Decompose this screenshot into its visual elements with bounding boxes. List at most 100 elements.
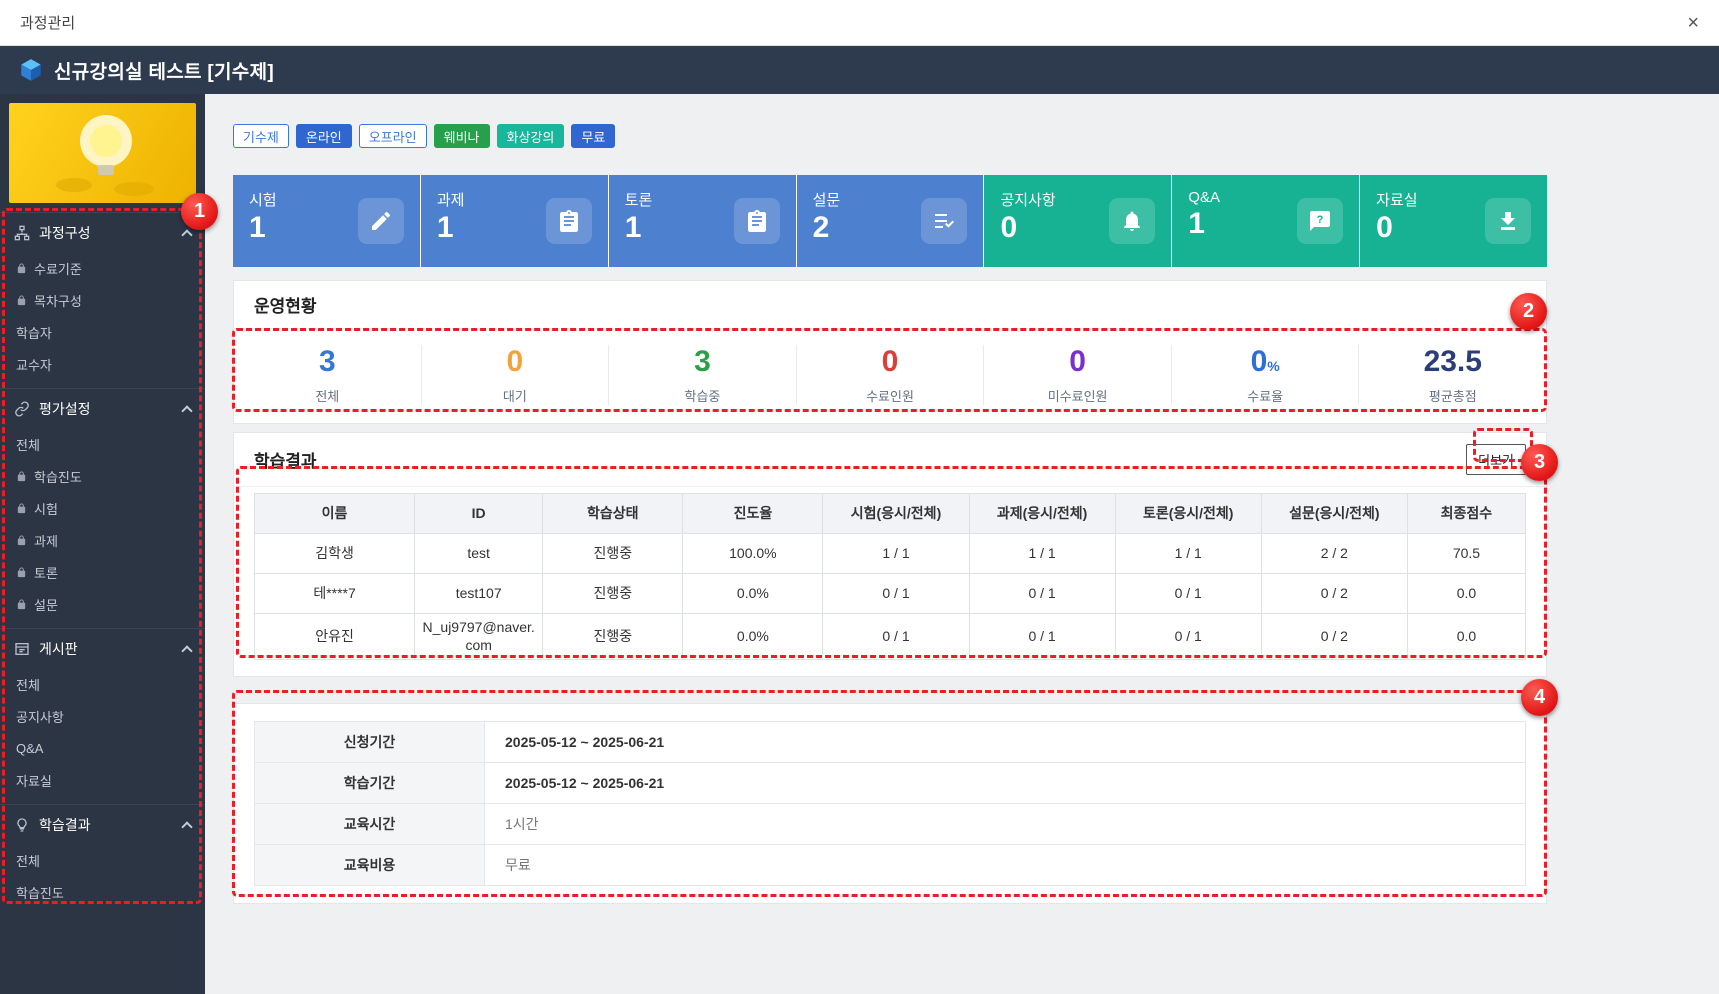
course-management-window: 과정관리 × 신규강의실 테스트 [기수제]	[0, 0, 1719, 994]
sidebar-item-label: 시험	[34, 499, 58, 518]
sidebar-item-completion-criteria[interactable]: 수료기준	[0, 252, 205, 284]
operation-stats: 3 전체 0 대기 3 학습중 0 수료인원	[234, 329, 1546, 423]
cell-progress: 0.0%	[683, 573, 823, 613]
sidebar-item-eval-exam[interactable]: 시험	[0, 492, 205, 524]
chevron-up-icon	[181, 405, 192, 416]
info-row: 교육비용 무료	[255, 845, 1526, 886]
panel-title: 운영현황	[254, 292, 317, 317]
sidebar-item-toc[interactable]: 목차구성	[0, 284, 205, 316]
cell-assignment: 0 / 1	[969, 613, 1115, 660]
sidebar-item-notice[interactable]: 공지사항	[0, 700, 205, 732]
sidebar-section-header-learning-results[interactable]: 학습결과	[0, 804, 205, 844]
stat-label: 평균총점	[1359, 386, 1546, 405]
sidebar-item-instructors[interactable]: 교수자	[0, 348, 205, 380]
stat-completed: 0 수료인원	[797, 345, 985, 405]
sidebar-item-results-all[interactable]: 전체	[0, 844, 205, 876]
sidebar-item-board-all[interactable]: 전체	[0, 668, 205, 700]
sidebar-item-eval-progress[interactable]: 학습진도	[0, 460, 205, 492]
cell-score: 0.0	[1407, 573, 1525, 613]
sidebar-section-header-board[interactable]: 게시판	[0, 628, 205, 668]
operation-status-panel: 운영현황 3 전체 0 대기 3 학습중	[233, 280, 1547, 424]
column-header: 설문(응시/전체)	[1261, 493, 1407, 533]
stat-card-notice[interactable]: 공지사항 0	[983, 175, 1171, 267]
stat-label: 미수료인원	[984, 386, 1171, 405]
more-button[interactable]: 더보기	[1466, 444, 1526, 475]
stat-card-qna[interactable]: Q&A 1 ?	[1171, 175, 1359, 267]
cell-score: 70.5	[1407, 533, 1525, 573]
sidebar-item-label: 토론	[34, 563, 58, 582]
cell-status: 진행중	[543, 533, 683, 573]
table-row[interactable]: 테****7 test107 진행중 0.0% 0 / 1 0 / 1 0 / …	[255, 573, 1526, 613]
main-content: 기수제 온라인 오프라인 웨비나 화상강의 무료 시험 1	[205, 94, 1719, 994]
stat-card-survey[interactable]: 설문 2	[796, 175, 984, 267]
sidebar-item-eval-all[interactable]: 전체	[0, 428, 205, 460]
lock-icon	[16, 471, 27, 482]
stat-card-assignment[interactable]: 과제 1	[420, 175, 608, 267]
table-row[interactable]: 안유진 N_uj9797@naver.com 진행중 0.0% 0 / 1 0 …	[255, 613, 1526, 660]
app-logo-icon	[18, 57, 44, 83]
stat-value: 0	[507, 345, 524, 378]
stat-label: 수료인원	[797, 386, 984, 405]
sidebar-item-label: 전체	[16, 675, 40, 694]
sidebar-item-eval-discussion[interactable]: 토론	[0, 556, 205, 588]
stat-label: 수료율	[1172, 386, 1359, 405]
annotation-badge-1: 1	[181, 193, 218, 230]
stat-card-archive[interactable]: 자료실 0	[1359, 175, 1547, 267]
tag-badge-free: 무료	[571, 124, 615, 148]
stat-card-exam[interactable]: 시험 1	[233, 175, 420, 267]
info-row: 학습기간 2025-05-12 ~ 2025-06-21	[255, 763, 1526, 804]
cell-score: 0.0	[1407, 613, 1525, 660]
cell-discussion: 0 / 1	[1115, 613, 1261, 660]
stat-card-discussion[interactable]: 토론 1	[608, 175, 796, 267]
sidebar-section-header-evaluation[interactable]: 평가설정	[0, 388, 205, 428]
tag-badge-video-lecture: 화상강의	[497, 124, 565, 148]
sidebar-item-learners[interactable]: 학습자	[0, 316, 205, 348]
column-header: 이름	[255, 493, 415, 533]
sidebar-item-archive[interactable]: 자료실	[0, 764, 205, 796]
tag-badge-cohort: 기수제	[233, 124, 289, 148]
stat-value: 3	[319, 345, 336, 378]
sidebar-item-eval-survey[interactable]: 설문	[0, 588, 205, 620]
sidebar-section-label: 평가설정	[39, 399, 91, 419]
course-tags: 기수제 온라인 오프라인 웨비나 화상강의 무료	[233, 124, 1547, 148]
clipboard-icon	[734, 198, 780, 244]
info-value: 무료	[485, 845, 1526, 886]
cell-status: 진행중	[543, 613, 683, 660]
pencil-icon	[358, 198, 404, 244]
cell-survey: 0 / 2	[1261, 613, 1407, 660]
sidebar-section-header-course-structure[interactable]: 과정구성	[0, 212, 205, 252]
course-info-table: 신청기간 2025-05-12 ~ 2025-06-21 학습기간 2025-0…	[254, 721, 1526, 886]
stat-label: 전체	[234, 386, 421, 405]
sidebar-item-qna[interactable]: Q&A	[0, 732, 205, 764]
cell-progress: 0.0%	[683, 613, 823, 660]
cell-survey: 2 / 2	[1261, 533, 1407, 573]
stat-value: 3	[694, 345, 711, 378]
info-label: 교육시간	[255, 804, 485, 845]
sidebar-item-label: 설문	[34, 595, 58, 614]
cell-exam: 0 / 1	[823, 613, 969, 660]
stat-value: 23.5	[1424, 345, 1482, 378]
annotation-badge-3: 3	[1521, 444, 1558, 481]
lock-icon	[16, 599, 27, 610]
sidebar-section-label: 학습결과	[39, 815, 91, 835]
sidebar-item-label: 학습진도	[16, 883, 64, 902]
sitemap-icon	[14, 225, 30, 241]
learning-results-table: 이름 ID 학습상태 진도율 시험(응시/전체) 과제(응시/전체) 토론(응시…	[254, 493, 1526, 661]
table-row[interactable]: 김학생 test 진행중 100.0% 1 / 1 1 / 1 1 / 1 2 …	[255, 533, 1526, 573]
stat-total: 3 전체	[234, 345, 422, 405]
cell-name: 테****7	[255, 573, 415, 613]
stat-label: 학습중	[609, 386, 796, 405]
info-label: 신청기간	[255, 722, 485, 763]
cell-assignment: 0 / 1	[969, 573, 1115, 613]
lock-icon	[16, 503, 27, 514]
sidebar-section-label: 과정구성	[39, 223, 91, 243]
course-header: 신규강의실 테스트 [기수제]	[0, 46, 1719, 94]
clipboard-icon	[546, 198, 592, 244]
sidebar-item-label: 교수자	[16, 355, 52, 374]
sidebar-item-label: Q&A	[16, 741, 43, 756]
panel-title: 학습결과	[254, 447, 317, 472]
close-icon[interactable]: ×	[1687, 13, 1699, 33]
sidebar-item-eval-assignment[interactable]: 과제	[0, 524, 205, 556]
sidebar-section-evaluation: 평가설정 전체 학습진도 시험	[0, 388, 205, 628]
sidebar-item-results-progress[interactable]: 학습진도	[0, 876, 205, 908]
